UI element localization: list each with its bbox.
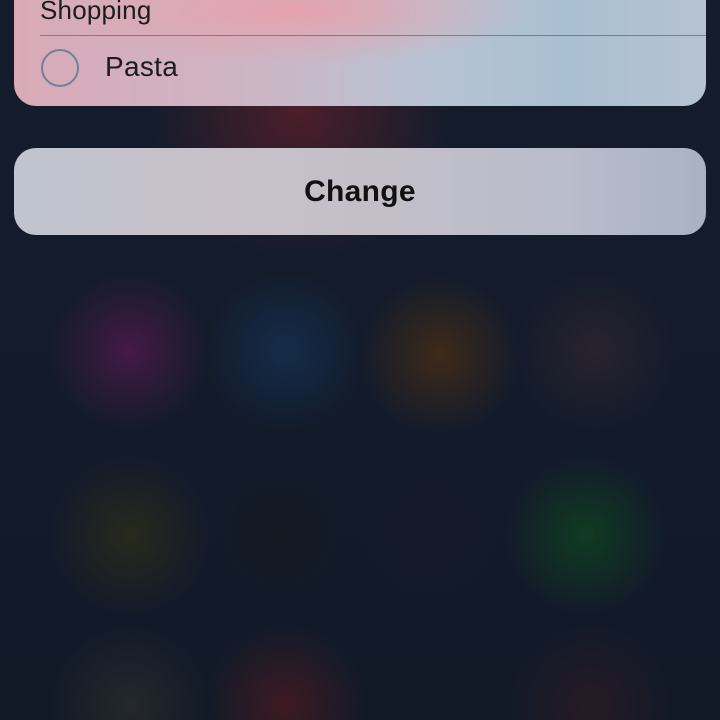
unchecked-circle-icon[interactable] bbox=[41, 49, 79, 87]
list-item-label: Pasta bbox=[105, 51, 179, 82]
blurred-home-screen-background bbox=[0, 0, 720, 720]
change-button[interactable]: Change bbox=[14, 148, 706, 235]
list-item[interactable]: Pasta bbox=[14, 36, 706, 106]
list-title: Shopping bbox=[40, 0, 152, 25]
reminder-list-card: Shopping Pasta bbox=[14, 0, 706, 106]
